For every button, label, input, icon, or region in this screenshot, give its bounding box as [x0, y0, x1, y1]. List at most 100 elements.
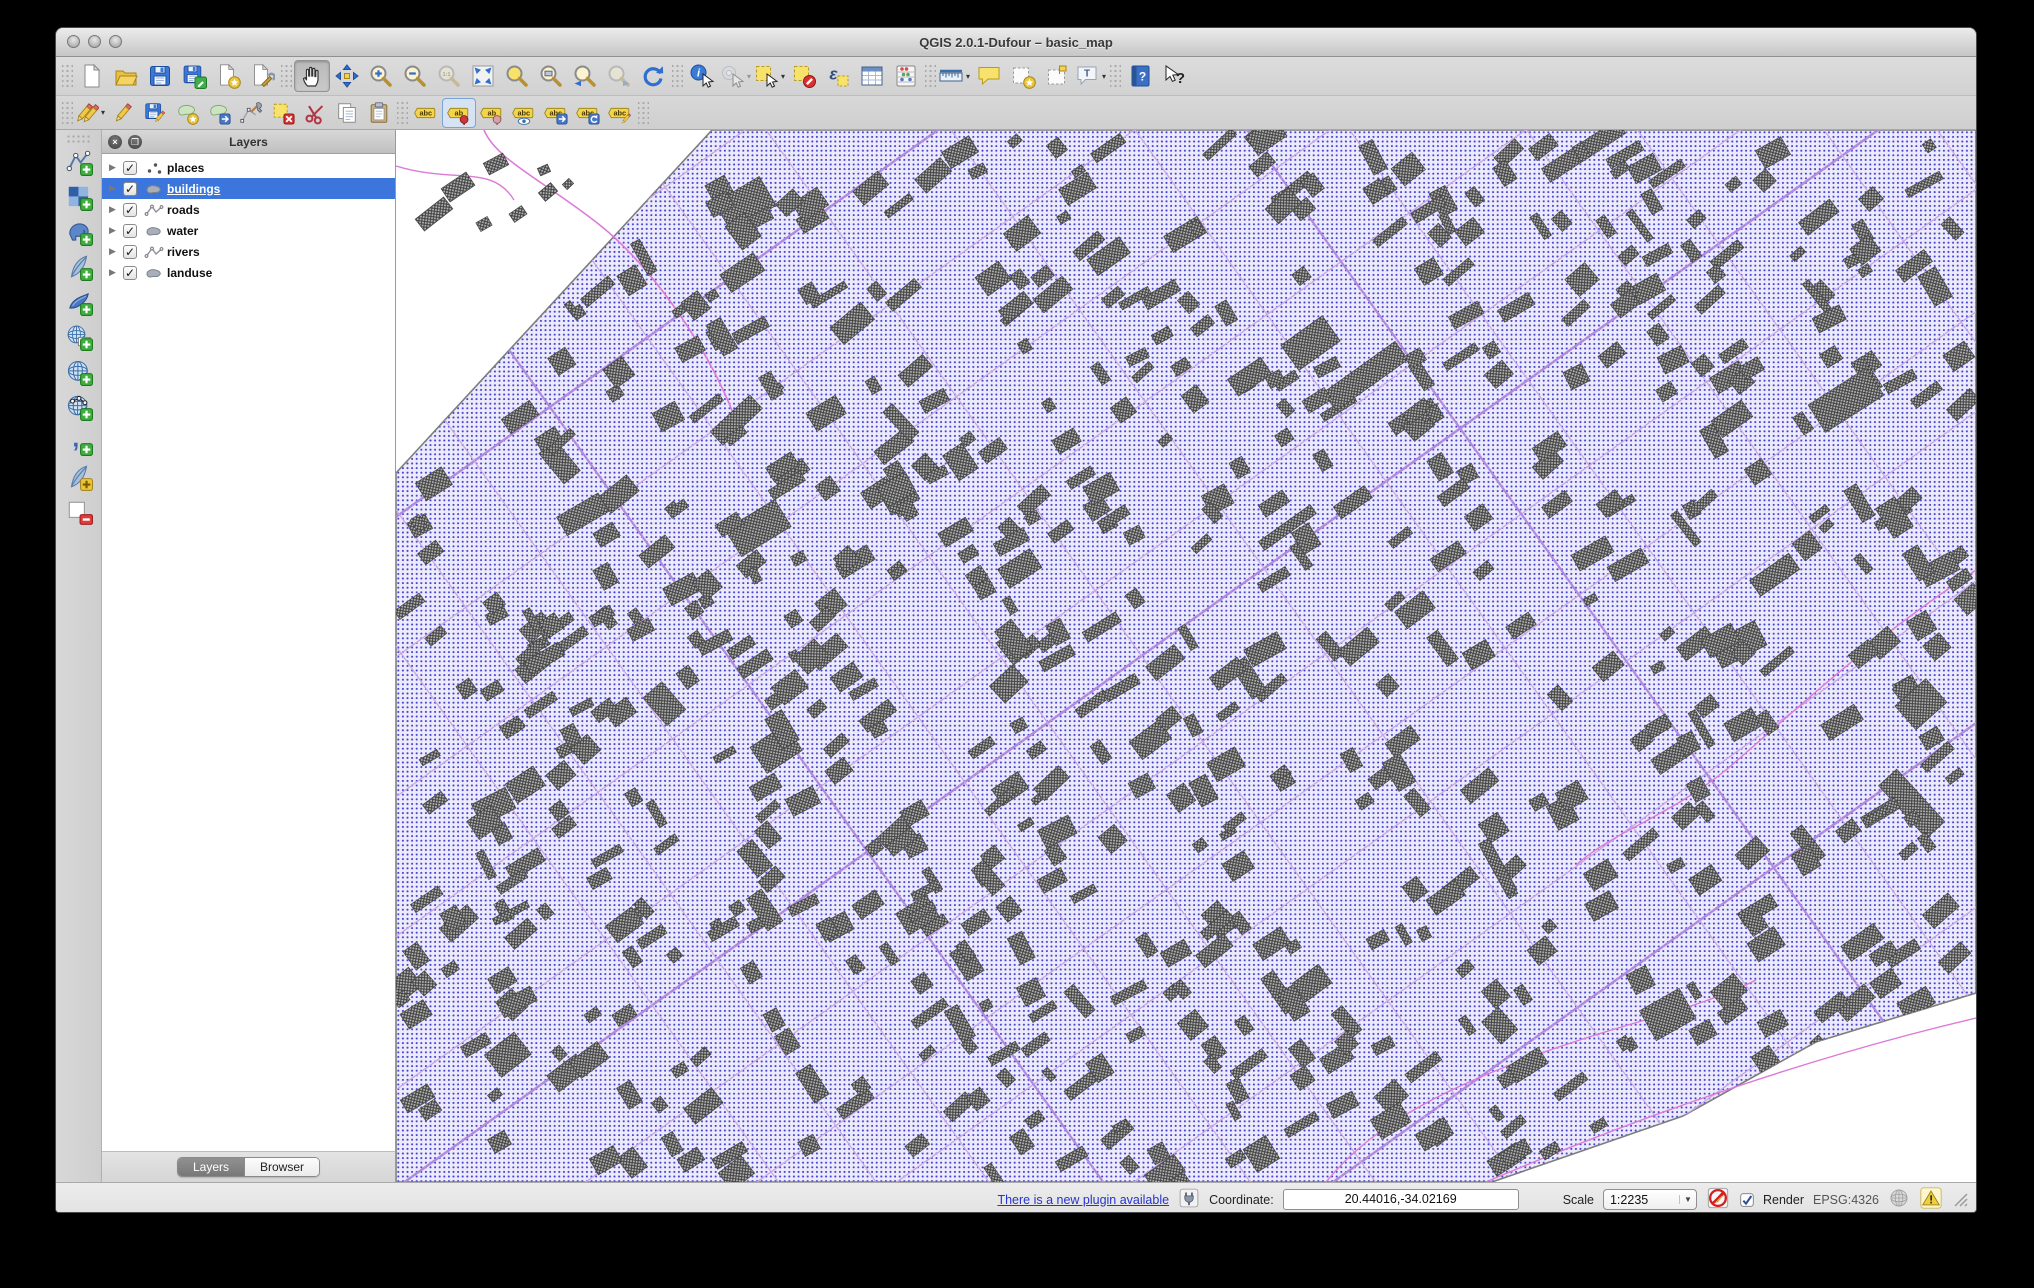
- layer-line-icon: [141, 203, 167, 217]
- new-bookmark-button[interactable]: [1006, 61, 1040, 91]
- coordinate-input[interactable]: 20.44016,-34.02169: [1283, 1189, 1519, 1210]
- composer-manager-button[interactable]: [245, 61, 279, 91]
- expand-arrow-icon[interactable]: ▶: [109, 267, 123, 278]
- render-checkbox[interactable]: [1739, 1192, 1754, 1207]
- scale-combo[interactable]: 1:2235 ▼: [1603, 1189, 1697, 1210]
- change-label-button[interactable]: abc: [604, 99, 636, 127]
- expand-arrow-icon[interactable]: ▶: [109, 162, 123, 173]
- highlight-pinned-labels-button[interactable]: ab: [476, 99, 508, 127]
- chevron-down-icon: ▾: [964, 72, 972, 81]
- layer-visibility-checkbox[interactable]: ✓: [123, 245, 137, 259]
- select-features-button[interactable]: ▾: [753, 61, 787, 91]
- layer-visibility-checkbox[interactable]: ✓: [123, 182, 137, 196]
- stop-render-icon[interactable]: [1706, 1186, 1730, 1213]
- delete-selected-button[interactable]: [267, 99, 299, 127]
- zoom-to-layer-button[interactable]: [534, 61, 568, 91]
- add-wfs-layer-button[interactable]: [61, 392, 97, 426]
- new-print-composer-button[interactable]: [211, 61, 245, 91]
- new-project-button[interactable]: [75, 61, 109, 91]
- add-spatialite-layer-button[interactable]: [61, 252, 97, 286]
- whats-this-button[interactable]: ?: [1157, 61, 1191, 91]
- save-project-button[interactable]: [143, 61, 177, 91]
- paste-features-button[interactable]: [363, 99, 395, 127]
- add-raster-layer-button[interactable]: [61, 182, 97, 216]
- minimize-button[interactable]: [88, 35, 101, 48]
- map-canvas[interactable]: [396, 130, 1976, 1182]
- add-mssql-layer-button[interactable]: [61, 287, 97, 321]
- layer-labeling-button[interactable]: abc: [410, 99, 442, 127]
- move-label-button[interactable]: abc: [540, 99, 572, 127]
- layer-visibility-checkbox[interactable]: ✓: [123, 203, 137, 217]
- run-feature-action-button[interactable]: ▾: [719, 61, 753, 91]
- add-oracle-layer-button[interactable]: [61, 322, 97, 356]
- layer-row-water[interactable]: ▶✓water: [102, 220, 395, 241]
- node-tool-button[interactable]: [235, 99, 267, 127]
- move-feature-button[interactable]: [203, 99, 235, 127]
- zoom-to-selection-button[interactable]: [500, 61, 534, 91]
- layer-row-places[interactable]: ▶✓places: [102, 157, 395, 178]
- current-edits-button[interactable]: ▾: [75, 99, 107, 127]
- run-feature-action-icon: [719, 63, 745, 89]
- select-by-expression-button[interactable]: ε: [821, 61, 855, 91]
- zoom-actual-size-button[interactable]: 1:1: [432, 61, 466, 91]
- expand-arrow-icon[interactable]: ▶: [109, 225, 123, 236]
- close-button[interactable]: [67, 35, 80, 48]
- tab-browser[interactable]: Browser: [244, 1158, 319, 1176]
- messages-warning-icon[interactable]: [1919, 1186, 1943, 1213]
- expand-arrow-icon[interactable]: ▶: [109, 204, 123, 215]
- pan-to-selection-button[interactable]: [330, 61, 364, 91]
- add-delimited-text-layer-button[interactable]: ,: [61, 427, 97, 461]
- plugin-icon[interactable]: [1178, 1187, 1200, 1212]
- layer-row-rivers[interactable]: ▶✓rivers: [102, 241, 395, 262]
- measure-button[interactable]: ▾: [938, 61, 972, 91]
- plugin-icon: [1178, 1198, 1200, 1212]
- show-bookmarks-button[interactable]: [1040, 61, 1074, 91]
- new-spatialite-layer-button[interactable]: [61, 462, 97, 496]
- open-project-button[interactable]: [109, 61, 143, 91]
- zoom-full-extent-button[interactable]: [466, 61, 500, 91]
- deselect-features-button[interactable]: [787, 61, 821, 91]
- layer-row-landuse[interactable]: ▶✓landuse: [102, 262, 395, 283]
- pin-labels-button[interactable]: ab: [442, 98, 476, 128]
- add-mssql-layer-icon: [65, 288, 93, 321]
- add-feature-button[interactable]: [171, 99, 203, 127]
- expand-arrow-icon[interactable]: ▶: [109, 246, 123, 257]
- pan-map-button[interactable]: [294, 60, 330, 92]
- layer-row-roads[interactable]: ▶✓roads: [102, 199, 395, 220]
- field-calculator-button[interactable]: [889, 61, 923, 91]
- open-attribute-table-button[interactable]: [855, 61, 889, 91]
- save-project-as-button[interactable]: [177, 61, 211, 91]
- zoom-window-button[interactable]: [109, 35, 122, 48]
- show-hidden-labels-button[interactable]: abc: [508, 99, 540, 127]
- tab-layers[interactable]: Layers: [178, 1158, 244, 1176]
- copy-features-button[interactable]: [331, 99, 363, 127]
- new-plugin-link[interactable]: There is a new plugin available: [997, 1193, 1169, 1207]
- identify-features-button[interactable]: i: [685, 61, 719, 91]
- layer-row-buildings[interactable]: ▶✓buildings: [102, 178, 395, 199]
- zoom-out-button[interactable]: [398, 61, 432, 91]
- expand-arrow-icon[interactable]: ▶: [109, 183, 123, 194]
- remove-layer-button[interactable]: [61, 497, 97, 531]
- add-wms-layer-button[interactable]: [61, 357, 97, 391]
- save-layer-edits-button[interactable]: [139, 99, 171, 127]
- help-contents-button[interactable]: ?: [1123, 61, 1157, 91]
- layer-visibility-checkbox[interactable]: ✓: [123, 161, 137, 175]
- rotate-label-button[interactable]: abc: [572, 99, 604, 127]
- scale-label: Scale: [1563, 1193, 1594, 1207]
- zoom-in-button[interactable]: [364, 61, 398, 91]
- add-vector-layer-button[interactable]: [61, 147, 97, 181]
- text-annotation-button[interactable]: T▾: [1074, 61, 1108, 91]
- svg-text:,: ,: [72, 428, 79, 452]
- resize-grip-icon[interactable]: [1954, 1193, 1968, 1207]
- add-postgis-layer-button[interactable]: [61, 217, 97, 251]
- layer-visibility-checkbox[interactable]: ✓: [123, 266, 137, 280]
- crs-globe-icon[interactable]: [1888, 1187, 1910, 1212]
- zoom-next-button[interactable]: [602, 61, 636, 91]
- map-tips-button[interactable]: [972, 61, 1006, 91]
- refresh-map-button[interactable]: [636, 61, 670, 91]
- cut-features-button[interactable]: [299, 99, 331, 127]
- toggle-editing-button[interactable]: [107, 99, 139, 127]
- layer-visibility-checkbox[interactable]: ✓: [123, 224, 137, 238]
- zoom-last-button[interactable]: [568, 61, 602, 91]
- toolbar-separator: [281, 64, 292, 88]
